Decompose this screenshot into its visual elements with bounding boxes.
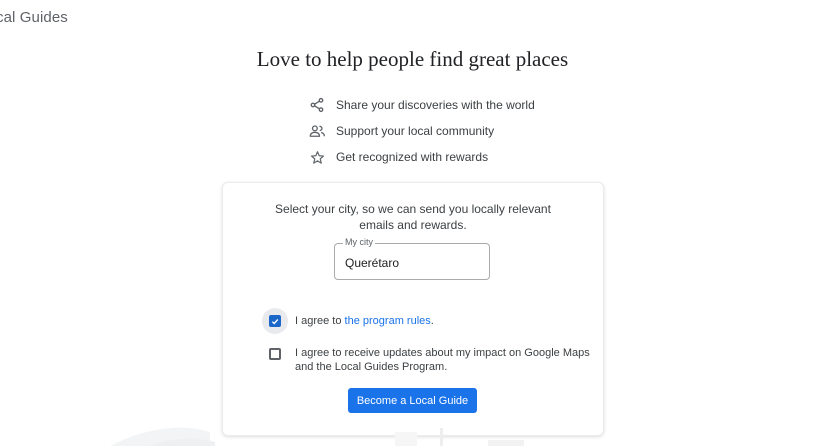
agree-rules-checkbox[interactable]: [269, 315, 281, 327]
become-local-guide-button[interactable]: Become a Local Guide: [348, 388, 477, 413]
city-field[interactable]: My city Querétaro: [334, 237, 490, 280]
brand-title: cal Guides: [0, 9, 68, 26]
benefit-label-share: Share your discoveries with the world: [336, 98, 535, 112]
updates-text: I agree to receive updates about my impa…: [295, 341, 590, 374]
updates-checkbox[interactable]: [269, 348, 281, 360]
star-icon: [308, 148, 326, 166]
signup-card: Select your city, so we can send you loc…: [222, 182, 604, 436]
agree-rules-prefix: I agree to: [295, 315, 345, 327]
share-icon: [308, 96, 326, 114]
benefit-label-rewards: Get recognized with rewards: [336, 150, 489, 164]
agree-rules-row: I agree to the program rules.: [262, 308, 434, 334]
signup-intro-line2: emails and rewards.: [359, 218, 467, 232]
benefit-item-share: Share your discoveries with the world: [308, 92, 535, 118]
checkmark-icon: [271, 318, 279, 324]
program-rules-link[interactable]: the program rules: [345, 315, 431, 327]
benefit-label-community: Support your local community: [336, 124, 495, 138]
agree-rules-text: I agree to the program rules.: [295, 308, 434, 328]
signup-intro-line1: Select your city, so we can send you loc…: [275, 202, 551, 216]
benefit-item-community: Support your local community: [308, 118, 535, 144]
benefits-list: Share your discoveries with the world Su…: [308, 92, 535, 170]
updates-text-line1: I agree to receive updates about my impa…: [295, 347, 590, 359]
updates-row: I agree to receive updates about my impa…: [267, 341, 590, 374]
agree-rules-checkbox-container[interactable]: [262, 308, 288, 334]
agree-rules-suffix: .: [430, 315, 434, 327]
city-field-value[interactable]: Querétaro: [345, 256, 399, 270]
local-guides-signup-page: cal Guides Love to help people find grea…: [0, 0, 825, 446]
page-headline: Love to help people find great places: [256, 47, 569, 71]
city-field-label: My city: [343, 237, 375, 247]
community-icon: [308, 122, 326, 140]
updates-checkbox-container[interactable]: [262, 341, 288, 367]
updates-text-line2: and the Local Guides Program.: [295, 361, 448, 373]
benefit-item-rewards: Get recognized with rewards: [308, 144, 535, 170]
signup-intro: Select your city, so we can send you loc…: [223, 201, 603, 233]
